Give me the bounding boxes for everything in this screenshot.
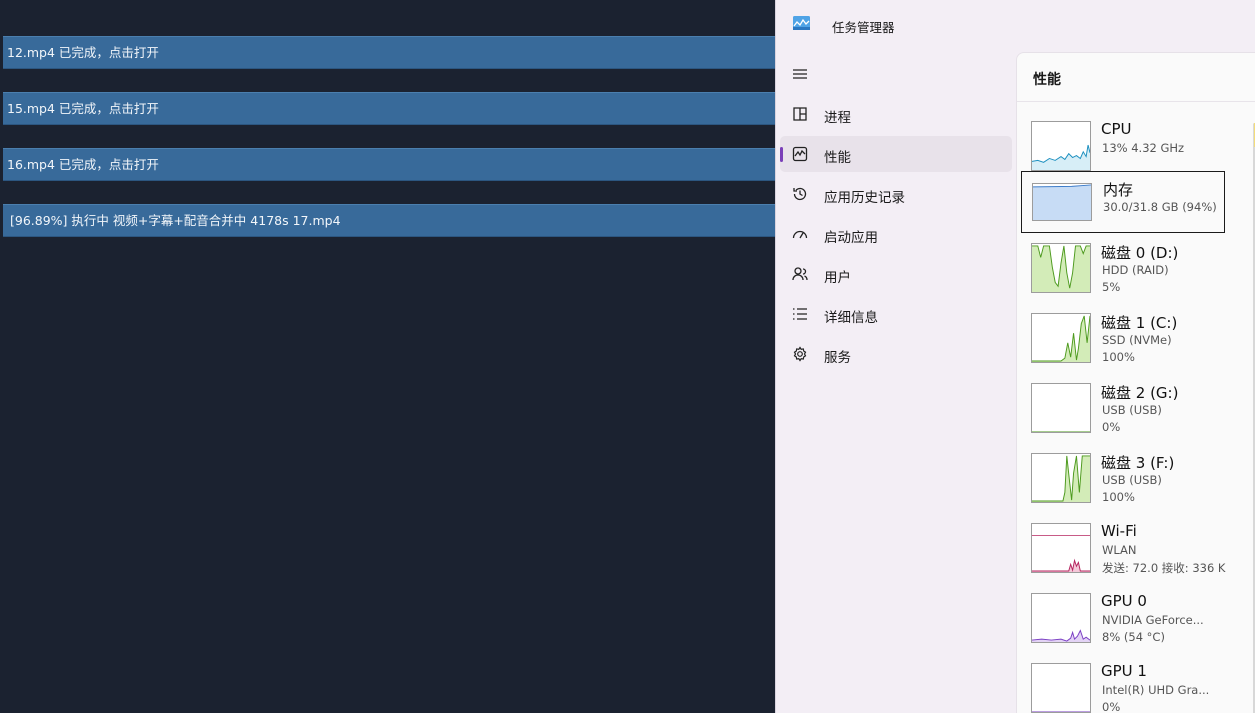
perf-item-detail: SSD (NVMe) bbox=[1102, 333, 1172, 347]
perf-item-usage: 发送: 72.0 接收: 336 K bbox=[1102, 561, 1226, 575]
sidebar-item-app-history[interactable]: 应用历史记录 bbox=[780, 176, 1012, 212]
perf-item-name: 内存 bbox=[1103, 181, 1134, 199]
perf-item-detail: WLAN bbox=[1102, 543, 1137, 557]
perf-item-name: 磁盘 2 (G:) bbox=[1101, 384, 1179, 402]
services-icon bbox=[793, 346, 807, 362]
perf-item-name: GPU 0 bbox=[1101, 592, 1147, 610]
sidebar-item-label: 进程 bbox=[824, 110, 851, 126]
perf-item-detail: USB (USB) bbox=[1102, 473, 1162, 487]
processes-icon bbox=[793, 107, 807, 121]
task-item-done[interactable]: 16.mp4 已完成，点击打开 bbox=[3, 148, 783, 181]
perf-item-usage: 100% bbox=[1102, 490, 1135, 504]
disk-3-graph bbox=[1031, 453, 1091, 503]
perf-item-name: GPU 1 bbox=[1101, 662, 1147, 680]
performance-panel: 性能 CPU 13% 4.32 GHz 内存 30.0/31.8 GB (94%… bbox=[1016, 52, 1255, 713]
perf-item-memory[interactable]: 内存 30.0/31.8 GB (94%) bbox=[1021, 171, 1225, 233]
sidebar-item-startup[interactable]: 启动应用 bbox=[780, 216, 1012, 252]
perf-item-detail: USB (USB) bbox=[1102, 403, 1162, 417]
divider bbox=[1017, 101, 1255, 102]
task-item-running: [96.89%] 执行中 视频+字幕+配音合并中 4178s 17.mp4 bbox=[3, 204, 783, 237]
perf-item-usage: 0% bbox=[1102, 700, 1121, 713]
perf-item-detail: 30.0/31.8 GB (94%) bbox=[1103, 200, 1217, 214]
perf-item-usage: 0% bbox=[1102, 420, 1121, 434]
perf-item-wifi[interactable]: Wi-Fi WLAN 发送: 72.0 接收: 336 K bbox=[1021, 519, 1225, 581]
wifi-graph bbox=[1031, 523, 1091, 573]
sidebar-item-label: 服务 bbox=[824, 350, 851, 366]
perf-item-usage: 100% bbox=[1102, 350, 1135, 364]
sidebar-item-label: 应用历史记录 bbox=[824, 190, 905, 206]
sidebar-item-label: 用户 bbox=[824, 270, 851, 286]
perf-item-disk-0[interactable]: 磁盘 0 (D:) HDD (RAID) 5% bbox=[1021, 239, 1225, 301]
sidebar-item-services[interactable]: 服务 bbox=[780, 336, 1012, 372]
sidebar-item-label: 启动应用 bbox=[824, 230, 878, 246]
title-bar[interactable]: 任务管理器 bbox=[776, 0, 1255, 48]
sidebar-item-label: 性能 bbox=[824, 150, 851, 166]
disk-1-graph bbox=[1031, 313, 1091, 363]
disk-2-graph bbox=[1031, 383, 1091, 433]
sidebar-item-label: 详细信息 bbox=[824, 310, 878, 326]
perf-item-name: CPU bbox=[1101, 120, 1132, 138]
perf-item-name: 磁盘 3 (F:) bbox=[1101, 454, 1175, 472]
perf-item-disk-1[interactable]: 磁盘 1 (C:) SSD (NVMe) 100% bbox=[1021, 309, 1225, 371]
perf-item-name: 磁盘 1 (C:) bbox=[1101, 314, 1178, 332]
users-icon bbox=[792, 267, 808, 281]
perf-item-disk-2[interactable]: 磁盘 2 (G:) USB (USB) 0% bbox=[1021, 379, 1225, 441]
gpu-1-graph bbox=[1031, 663, 1091, 713]
startup-icon bbox=[792, 230, 808, 239]
task-manager-window: 任务管理器 进程 性能 应用历史记录 启动应用 用户 详细信息 服务 性能 CP… bbox=[775, 0, 1255, 713]
sidebar-item-users[interactable]: 用户 bbox=[780, 256, 1012, 292]
task-manager-app-icon bbox=[793, 16, 810, 30]
sidebar-item-details[interactable]: 详细信息 bbox=[780, 296, 1012, 332]
perf-item-usage: 8% (54 °C) bbox=[1102, 630, 1165, 644]
task-list: 12.mp4 已完成，点击打开 15.mp4 已完成，点击打开 16.mp4 已… bbox=[0, 0, 783, 713]
perf-item-name: Wi-Fi bbox=[1101, 522, 1137, 540]
perf-item-detail: 13% 4.32 GHz bbox=[1102, 141, 1185, 155]
perf-item-disk-3[interactable]: 磁盘 3 (F:) USB (USB) 100% bbox=[1021, 449, 1225, 511]
hamburger-menu-icon[interactable] bbox=[790, 64, 810, 84]
perf-item-detail: Intel(R) UHD Gra... bbox=[1102, 683, 1210, 697]
cpu-graph bbox=[1031, 121, 1091, 171]
gpu-0-graph bbox=[1031, 593, 1091, 643]
page-title: 性能 bbox=[1033, 72, 1061, 88]
sidebar-nav: 进程 性能 应用历史记录 启动应用 用户 详细信息 服务 bbox=[780, 96, 1012, 376]
task-item-done[interactable]: 15.mp4 已完成，点击打开 bbox=[3, 92, 783, 125]
perf-item-gpu-1[interactable]: GPU 1 Intel(R) UHD Gra... 0% bbox=[1021, 659, 1225, 713]
window-title: 任务管理器 bbox=[832, 20, 895, 35]
performance-icon bbox=[792, 146, 808, 162]
details-icon bbox=[793, 308, 807, 320]
memory-graph bbox=[1032, 183, 1092, 221]
perf-item-detail: NVIDIA GeForce... bbox=[1102, 613, 1204, 627]
perf-item-gpu-0[interactable]: GPU 0 NVIDIA GeForce... 8% (54 °C) bbox=[1021, 589, 1225, 651]
history-icon bbox=[793, 187, 807, 201]
perf-item-name: 磁盘 0 (D:) bbox=[1101, 244, 1179, 262]
sidebar-item-processes[interactable]: 进程 bbox=[780, 96, 1012, 132]
sidebar-item-performance[interactable]: 性能 bbox=[780, 136, 1012, 172]
perf-item-detail: HDD (RAID) bbox=[1102, 263, 1169, 277]
disk-0-graph bbox=[1031, 243, 1091, 293]
task-item-done[interactable]: 12.mp4 已完成，点击打开 bbox=[3, 36, 783, 69]
active-indicator bbox=[780, 147, 783, 162]
perf-item-cpu[interactable]: CPU 13% 4.32 GHz bbox=[1021, 117, 1225, 179]
perf-item-usage: 5% bbox=[1102, 280, 1121, 294]
